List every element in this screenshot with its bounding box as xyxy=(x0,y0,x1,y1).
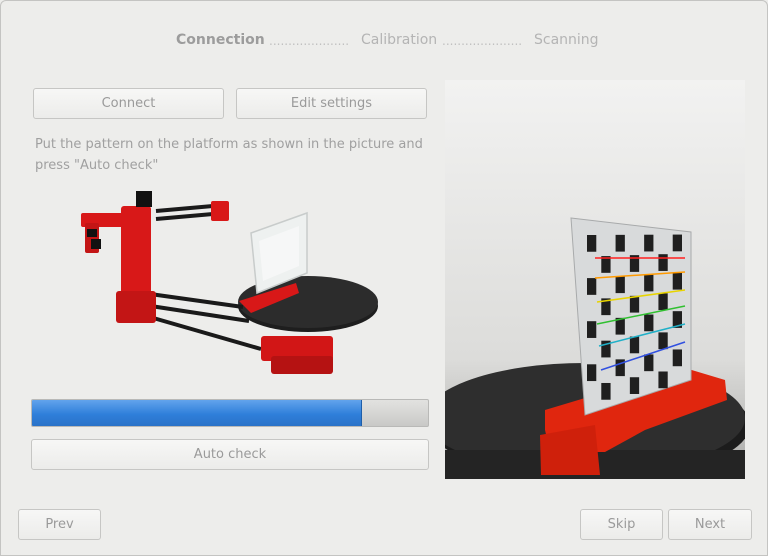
checker-square xyxy=(629,377,640,394)
step-separator: ..................... xyxy=(442,34,523,48)
checker-square xyxy=(658,332,668,350)
checker-square xyxy=(658,293,668,311)
step-scanning: Scanning xyxy=(534,32,599,48)
wizard-window: Connection ..................... Calibra… xyxy=(0,0,768,556)
progress-fill xyxy=(32,400,362,426)
checker-square xyxy=(615,276,625,294)
checker-square xyxy=(629,336,640,354)
edit-settings-button[interactable]: Edit settings xyxy=(236,88,427,119)
step-separator: ..................... xyxy=(269,34,350,48)
checker-square xyxy=(587,278,597,295)
checker-square xyxy=(587,364,597,382)
checker-square xyxy=(672,234,682,252)
checker-square xyxy=(629,295,640,313)
checker-square xyxy=(644,354,654,372)
scanner-illustration xyxy=(81,191,378,374)
checker-square xyxy=(615,234,625,252)
checker-square xyxy=(587,235,597,252)
step-calibration: Calibration xyxy=(361,32,438,48)
camera-view-image xyxy=(445,80,745,479)
skip-button[interactable]: Skip xyxy=(580,509,663,540)
step-connection: Connection xyxy=(176,32,265,48)
checker-square xyxy=(601,382,611,400)
checker-square xyxy=(672,272,682,290)
instructions-text: Put the pattern on the platform as shown… xyxy=(35,137,423,173)
checker-square xyxy=(644,274,654,292)
prev-button[interactable]: Prev xyxy=(18,509,101,540)
checker-square xyxy=(644,314,654,332)
wizard-steps: Connection ..................... Calibra… xyxy=(1,32,768,50)
next-button[interactable]: Next xyxy=(668,509,752,540)
checker-square xyxy=(658,254,668,271)
checker-square xyxy=(644,234,654,252)
checker-square xyxy=(672,349,682,367)
connect-button[interactable]: Connect xyxy=(33,88,224,119)
checker-square xyxy=(658,371,668,389)
connection-progress-bar xyxy=(31,399,429,427)
auto-check-button[interactable]: Auto check xyxy=(31,439,429,470)
checker-square xyxy=(587,321,597,338)
